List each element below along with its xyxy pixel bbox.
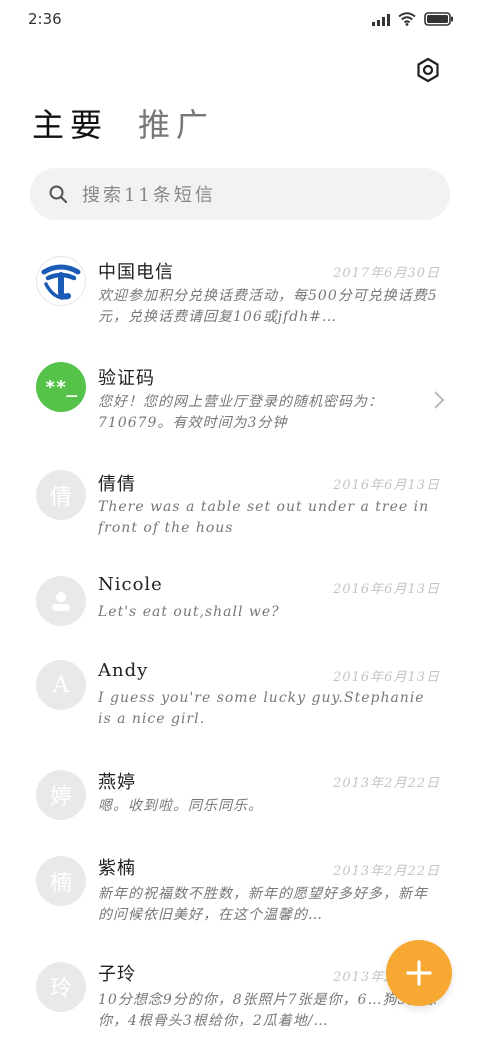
conversation-row-qianqian[interactable]: 倩 倩倩 2016年6月13日 There was a table set ou… (0, 460, 480, 570)
conversation-preview: I guess you're some lucky guy.Stephanie … (98, 690, 425, 727)
battery-icon (424, 12, 454, 26)
avatar: A (36, 660, 86, 710)
search-icon (49, 185, 68, 204)
china-telecom-logo-icon (41, 264, 81, 300)
avatar (36, 576, 86, 626)
conversation-name: 倩倩 (98, 474, 136, 495)
avatar: 倩 (36, 470, 86, 520)
conversation-preview: 新年的祝福数不胜数，新年的愿望好多好多，新年的问候依旧美好，在这个温馨的… (98, 886, 428, 923)
tab-main[interactable]: 主要 (32, 100, 108, 146)
wifi-icon (398, 12, 416, 26)
conversation-date: 2013年2月22日 (333, 776, 440, 791)
conversation-name: 子玲 (98, 964, 136, 985)
avatar: 玲 (36, 962, 86, 1012)
avatar: 婷 (36, 770, 86, 820)
conversation-date: 2013年2月22日 (333, 864, 440, 879)
conversation-preview: Let's eat out,shall we? (98, 604, 280, 620)
conversation-name: 中国电信 (98, 262, 174, 283)
status-icons (372, 12, 454, 26)
plus-icon (406, 960, 432, 986)
conversation-name: 燕婷 (98, 772, 136, 793)
search-bar[interactable]: 搜索11条短信 (30, 168, 450, 220)
avatar (36, 256, 86, 306)
conversation-row-china-telecom[interactable]: 中国电信 2017年6月30日 欢迎参加积分兑换话费活动，每500分可兑换话费5… (0, 240, 480, 350)
conversation-name: Andy (98, 660, 149, 681)
avatar: 楠 (36, 856, 86, 906)
conversation-row-verification-code[interactable]: **_ 验证码 您好！您的网上营业厅登录的随机密码为：710679。有效时间为3… (0, 350, 480, 460)
status-time: 2:36 (28, 10, 62, 28)
conversation-preview: 10分想念9分的你，8张照片7张是你，6…狗5只像你，4根骨头3根给你，2瓜着地… (98, 992, 438, 1029)
search-input[interactable]: 搜索11条短信 (82, 181, 216, 207)
conversation-name: Nicole (98, 574, 163, 595)
chevron-right-icon[interactable] (432, 390, 446, 410)
settings-button[interactable] (412, 54, 444, 86)
conversation-name: 验证码 (98, 368, 155, 389)
tab-promo[interactable]: 推广 (138, 100, 214, 146)
person-icon (52, 592, 70, 611)
conversation-preview: 嗯。收到啦。同乐同乐。 (98, 798, 263, 814)
conversation-date: 2016年6月13日 (333, 582, 440, 597)
conversation-preview: 欢迎参加积分兑换话费活动，每500分可兑换话费5元，兑换话费请回复106或jfd… (98, 288, 438, 325)
signal-icon (372, 12, 390, 26)
hexagon-settings-icon (417, 57, 439, 83)
conversation-date: 2016年6月13日 (333, 478, 440, 493)
conversation-date: 2016年6月13日 (333, 670, 440, 685)
tab-bar: 主要 推广 (32, 100, 214, 146)
status-bar: 2:36 (0, 0, 480, 40)
conversation-preview: 您好！您的网上营业厅登录的随机密码为：710679。有效时间为3分钟 (98, 394, 383, 431)
avatar: **_ (36, 362, 86, 412)
conversation-preview: There was a table set out under a tree i… (98, 499, 430, 536)
conversation-row-andy[interactable]: A Andy 2016年6月13日 I guess you're some lu… (0, 660, 480, 770)
conversation-date: 2017年6月30日 (333, 266, 440, 281)
conversation-name: 紫楠 (98, 858, 136, 879)
new-message-button[interactable] (386, 940, 452, 1006)
